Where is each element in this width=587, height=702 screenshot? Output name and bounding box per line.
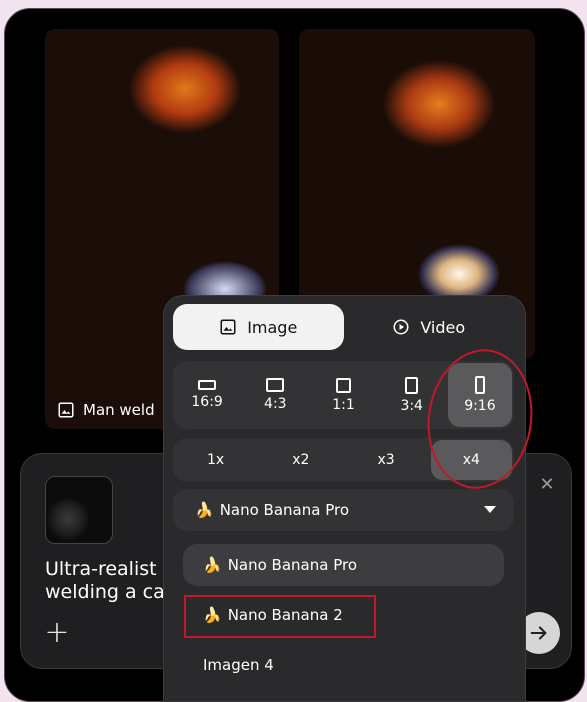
- plus-icon[interactable]: +: [43, 618, 71, 648]
- annotation-rectangle: [184, 595, 376, 638]
- banana-icon: 🍌: [203, 556, 222, 574]
- ratio-16-9[interactable]: 16:9: [175, 363, 239, 427]
- model-option-imagen-4[interactable]: Imagen 4: [183, 644, 504, 686]
- arrow-right-icon: [530, 626, 547, 640]
- scale-x2[interactable]: x2: [260, 440, 341, 480]
- ratio-label: 16:9: [191, 394, 223, 410]
- prompt-text-line-1: Ultra-realist: [45, 558, 157, 580]
- image-caption: Man weld: [57, 401, 155, 419]
- tab-video-label: Video: [420, 317, 466, 337]
- landscape-icon: [266, 378, 285, 392]
- image-icon: [220, 319, 236, 335]
- ratio-label: 4:3: [264, 396, 287, 412]
- tab-image-label: Image: [247, 317, 298, 337]
- scale-1x[interactable]: 1x: [175, 440, 256, 480]
- ratio-label: 3:4: [400, 397, 423, 414]
- tab-image[interactable]: Image: [173, 304, 344, 350]
- close-icon[interactable]: ✕: [537, 474, 557, 495]
- mode-tabs: Image Video: [173, 304, 514, 350]
- model-dropdown[interactable]: 🍌 Nano Banana Pro: [173, 489, 514, 531]
- square-icon: [336, 377, 351, 393]
- ratio-label: 1:1: [332, 396, 355, 413]
- model-option-nano-banana-pro[interactable]: 🍌 Nano Banana Pro: [183, 544, 504, 586]
- scale-x3[interactable]: x3: [346, 440, 427, 480]
- reference-thumbnail[interactable]: [45, 476, 113, 544]
- tab-video[interactable]: Video: [344, 304, 515, 350]
- chevron-down-icon: [484, 506, 496, 513]
- prompt-input[interactable]: Ultra-realist welding a ca: [45, 558, 165, 604]
- landscape-wide-icon: [198, 380, 217, 390]
- banana-icon: 🍌: [195, 501, 214, 519]
- model-option-label: 🍌 Nano Banana Pro: [203, 556, 357, 574]
- model-dropdown-value: 🍌 Nano Banana Pro: [195, 501, 349, 519]
- image-icon: [58, 402, 74, 418]
- play-circle-icon: [393, 319, 409, 335]
- image-caption-text: Man weld: [83, 401, 155, 419]
- portrait-icon: [405, 376, 419, 394]
- model-option-text: Nano Banana Pro: [227, 556, 357, 574]
- model-option-label: Imagen 4: [203, 656, 274, 674]
- ratio-4-3[interactable]: 4:3: [243, 363, 307, 427]
- model-selected-label: Nano Banana Pro: [219, 501, 349, 519]
- prompt-text-line-2: welding a ca: [45, 581, 165, 603]
- ratio-1-1[interactable]: 1:1: [311, 363, 375, 427]
